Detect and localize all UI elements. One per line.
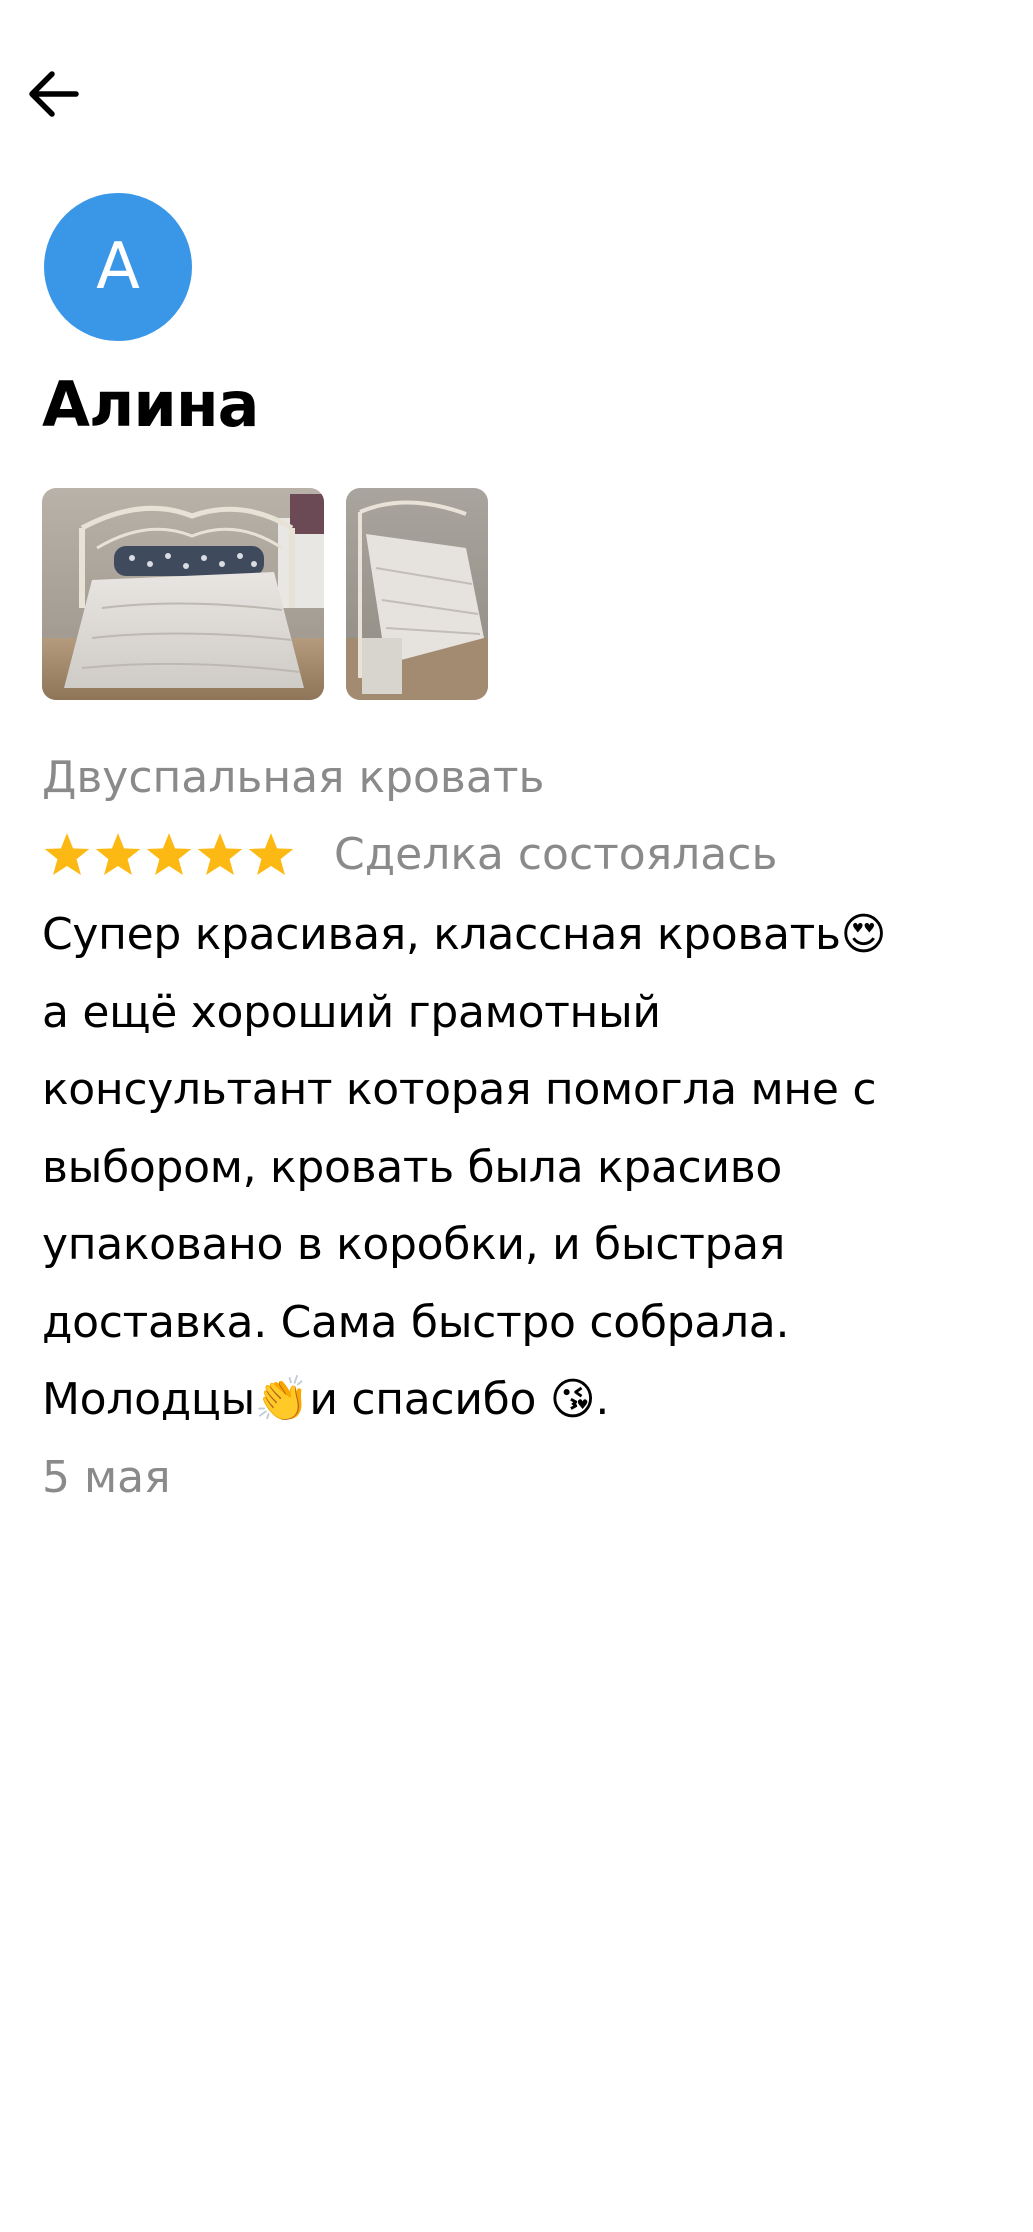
star-icon bbox=[197, 833, 243, 875]
deal-status: Сделка состоялась bbox=[334, 829, 778, 880]
review-photos bbox=[42, 488, 488, 700]
review-date: 5 мая bbox=[42, 1452, 171, 1503]
rating-row: Сделка состоялась bbox=[42, 824, 777, 886]
author-name: Алина bbox=[42, 368, 260, 441]
back-button[interactable] bbox=[18, 58, 90, 130]
star-icon bbox=[44, 833, 90, 875]
star-icon bbox=[146, 833, 192, 875]
avatar-initial: А bbox=[96, 230, 140, 304]
bed-photo-image bbox=[346, 488, 488, 700]
star-icon bbox=[95, 833, 141, 875]
bed-photo-image bbox=[42, 488, 324, 700]
arrow-left-icon bbox=[29, 71, 79, 117]
review-photo[interactable] bbox=[346, 488, 488, 700]
avatar: А bbox=[44, 193, 192, 341]
star-icon bbox=[248, 833, 294, 875]
product-name: Двуспальная кровать bbox=[42, 752, 545, 803]
review-text: Супер красивая, классная кровать😍 а ещё … bbox=[42, 909, 887, 1425]
rating-stars bbox=[42, 831, 296, 879]
review-screen: А Алина Двуспальная кровать Сделка состо… bbox=[0, 0, 1033, 2232]
review-photo[interactable] bbox=[42, 488, 324, 700]
